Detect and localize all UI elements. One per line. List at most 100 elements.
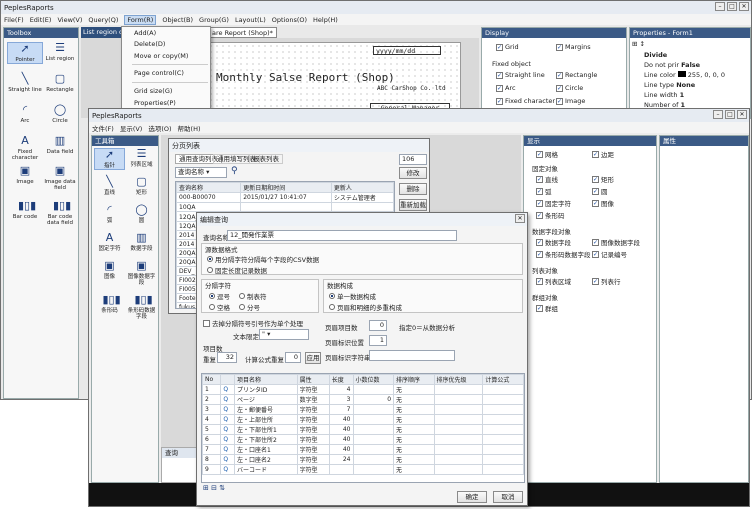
cn-tool-line[interactable]: ╲ 直线 <box>94 176 125 197</box>
cn-tool-image[interactable]: ▣ 图像 <box>94 260 125 281</box>
close-icon[interactable]: ✕ <box>515 214 525 223</box>
report-date-field[interactable]: yyyy/mm/dd <box>373 46 441 55</box>
menu-delete[interactable]: Delete(D) <box>134 40 165 48</box>
cn-chk-fixed-char[interactable]: ✓ 固定字符 <box>536 198 571 208</box>
report-title[interactable]: Monthly Salse Report (Shop) <box>216 71 395 84</box>
header-rows-input[interactable]: 0 <box>369 320 387 331</box>
add-row-icon[interactable]: ⊞ <box>203 484 209 492</box>
calc-input[interactable]: 0 <box>285 352 301 363</box>
menu-view[interactable]: View(V) <box>57 16 82 24</box>
menu-form[interactable]: Form(R) <box>124 14 157 25</box>
ok-button[interactable]: 确定 <box>457 491 487 503</box>
menu-help[interactable]: Help(H) <box>313 16 338 24</box>
modify-button[interactable]: 修改 <box>399 167 427 179</box>
move-row-icon[interactable]: ⇅ <box>219 484 225 492</box>
delim-space-radio[interactable]: 空格 <box>209 302 230 312</box>
property-row[interactable]: Line width 1 <box>644 91 684 99</box>
cn-chk-arc[interactable]: ✓ 弧 <box>536 186 552 196</box>
display-margins-checkbox[interactable]: ✓ Margins <box>556 43 591 51</box>
struct-multi-radio[interactable]: 页眉和明细的多重构成 <box>329 302 402 312</box>
tool-straight-line[interactable]: ╲ Straight line <box>7 73 43 94</box>
display-grid-checkbox[interactable]: ✓ Grid <box>496 43 519 51</box>
table-row[interactable]: 3 Q 左・郵便番号 字符型 7 无 <box>202 404 524 415</box>
menu-object[interactable]: Object(B) <box>162 16 193 24</box>
struct-single-radio[interactable]: 单一数据构成 <box>329 291 376 301</box>
cn-tool-barcode[interactable]: ▮▯▮ 条形码 <box>94 294 125 315</box>
cn-menu-options[interactable]: 选项(O) <box>148 123 171 133</box>
display-arc-checkbox[interactable]: ✓ Arc <box>496 84 516 92</box>
table-row[interactable]: 9 Q バーコード 字符型无 <box>202 464 524 475</box>
tool-image-data-field[interactable]: ▣ Image data field <box>42 165 78 192</box>
cn-menu-file[interactable]: 文件(F) <box>92 123 114 133</box>
cn-tool-pointer[interactable]: ➚ 指针 <box>94 148 125 170</box>
cn-chk-list-region[interactable]: ✓ 列表区域 <box>536 276 571 286</box>
cn-tool-arc[interactable]: ◜ 弧 <box>94 204 125 225</box>
cn-chk-data-field[interactable]: ✓ 数据字段 <box>536 237 571 247</box>
property-row[interactable]: Do not prir False <box>644 61 700 69</box>
repeat-input[interactable]: 32 <box>217 352 237 363</box>
menu-group[interactable]: Group(G) <box>199 16 229 24</box>
table-row[interactable]: 7 Q 左・口座名1 字符型 40 无 <box>202 444 524 455</box>
tool-data-field[interactable]: ▥ Data field <box>42 135 78 156</box>
report-company[interactable]: ABC CarShop Co. ltd <box>377 85 446 92</box>
maximize-icon[interactable]: □ <box>727 2 737 11</box>
cn-tool-data-field[interactable]: ▥ 数据字段 <box>126 232 157 253</box>
menu-grid-size[interactable]: Grid size(G) <box>134 87 172 95</box>
menu-query[interactable]: Query(Q) <box>88 16 118 24</box>
cn-chk-record-no[interactable]: ✓ 记录编号 <box>592 249 627 259</box>
cn-tool-rectangle[interactable]: ▢ 矩形 <box>126 176 157 197</box>
property-row[interactable]: Line color 255, 0, 0, 0 <box>644 71 725 79</box>
maximize-icon[interactable]: □ <box>725 110 735 119</box>
menu-add[interactable]: Add(A) <box>134 29 156 37</box>
cancel-button[interactable]: 取消 <box>493 491 523 503</box>
cn-margins-checkbox[interactable]: ✓ 边距 <box>592 149 614 159</box>
cn-tool-barcode-data[interactable]: ▮▯▮ 条形码数据字段 <box>126 294 157 321</box>
delim-comma-radio[interactable]: 逗号 <box>209 291 230 301</box>
tool-bar-code-data-field[interactable]: ▮▯▮ Bar code data field <box>42 200 78 227</box>
close-icon[interactable]: ✕ <box>739 2 749 11</box>
delim-semicolon-radio[interactable]: 分号 <box>239 302 260 312</box>
delim-tab-radio[interactable]: 制表符 <box>239 291 267 301</box>
table-row[interactable]: 000-B00070 2015/01/27 10:41:07 システム管理者 <box>176 192 394 203</box>
list-tab-report[interactable]: 报表列表 <box>249 154 283 164</box>
table-row[interactable]: 1 Q プリンタID 字符型 4 无 <box>202 384 524 395</box>
tool-pointer[interactable]: ➚ Pointer <box>7 42 43 64</box>
header-id-input[interactable]: 1 <box>369 335 387 346</box>
delete-button[interactable]: 删除 <box>399 183 427 195</box>
minimize-icon[interactable]: – <box>713 110 723 119</box>
display-image-checkbox[interactable]: ✓ Image <box>556 97 585 105</box>
cn-tool-list-region[interactable]: ☰ 列表区域 <box>126 148 157 169</box>
cn-tool-circle[interactable]: ◯ 圆 <box>126 204 157 225</box>
table-row[interactable]: 2 Q ページ 数字型 3 0 无 <box>202 394 524 405</box>
cn-tool-image-data[interactable]: ▣ 图像数据字段 <box>126 260 157 287</box>
reload-button[interactable]: 重新加载 <box>399 199 427 211</box>
minimize-icon[interactable]: – <box>715 2 725 11</box>
search-icon[interactable]: ⚲ <box>231 166 238 176</box>
tool-circle[interactable]: ◯ Circle <box>42 104 78 125</box>
close-icon[interactable]: ✕ <box>737 110 747 119</box>
menu-file[interactable]: File(F) <box>4 16 24 24</box>
cn-chk-group[interactable]: ✓ 群组 <box>536 303 558 313</box>
list-filter-dropdown[interactable]: 查询名称 ▾ <box>175 167 227 178</box>
cn-chk-circle[interactable]: ✓ 圆 <box>592 186 608 196</box>
display-rectangle-checkbox[interactable]: ✓ Rectangle <box>556 71 597 79</box>
format-fixed-radio[interactable]: 固定长度记录数据 <box>207 265 267 275</box>
cn-tool-fixed-char[interactable]: A 固定字符 <box>94 232 125 253</box>
quote-checkbox[interactable]: 去掉分隔符号引号作为单个处理 <box>203 318 303 328</box>
cn-chk-image-data[interactable]: ✓ 图像数据字段 <box>592 237 640 247</box>
header-id-str-input[interactable] <box>369 350 455 361</box>
tab-list-region[interactable]: List region de <box>81 27 121 38</box>
display-fixed-character-checkbox[interactable]: ✓ Fixed character <box>496 97 555 105</box>
tool-fixed-character[interactable]: A Fixed character <box>7 135 43 162</box>
insert-row-icon[interactable]: ⊟ <box>211 484 217 492</box>
cn-chk-list-row[interactable]: ✓ 列表行 <box>592 276 621 286</box>
query-name-input[interactable]: 12_開発作業票 <box>227 230 457 241</box>
table-row[interactable]: 6 Q 左・下部住所2 字符型 40 无 <box>202 434 524 445</box>
menu-layout[interactable]: Layout(L) <box>235 16 266 24</box>
cn-chk-image[interactable]: ✓ 图像 <box>592 198 614 208</box>
format-csv-radio[interactable]: 用分隔字符分隔每个字段的CSV数据 <box>207 254 319 264</box>
cn-menu-help[interactable]: 帮助(H) <box>178 123 201 133</box>
menu-page-control[interactable]: Page control(C) <box>134 69 184 77</box>
cn-chk-rect[interactable]: ✓ 矩形 <box>592 174 614 184</box>
menu-move-copy[interactable]: Move or copy(M) <box>134 52 188 60</box>
